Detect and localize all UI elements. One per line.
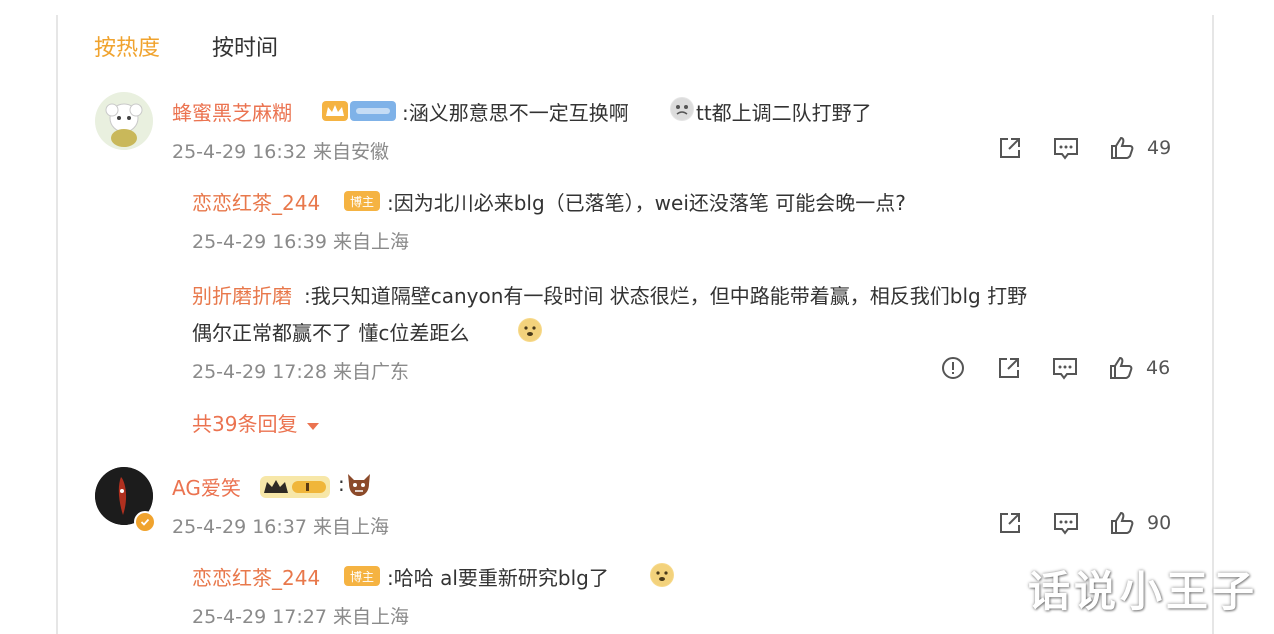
comment-icon: [1054, 513, 1078, 535]
tab-by-hot[interactable]: 按热度: [94, 30, 160, 62]
comment-text: :: [338, 472, 345, 496]
comment-button[interactable]: [1051, 133, 1081, 163]
crown-level-badge: [260, 476, 330, 498]
share-button[interactable]: [995, 508, 1025, 538]
crown-icon: [326, 105, 344, 116]
left-border: [56, 15, 58, 634]
more-replies-link[interactable]: 共39条回复: [192, 408, 320, 437]
devil-emoji-icon: [345, 472, 373, 498]
like-count: 49: [1147, 137, 1172, 159]
reply-author[interactable]: 别折磨折磨: [192, 280, 292, 309]
share-icon: [1000, 138, 1020, 158]
share-icon: [1000, 513, 1020, 533]
blogger-badge: 博主: [344, 191, 380, 211]
reply-actions: 46: [938, 353, 1170, 383]
crying-face-emoji-icon: [670, 97, 694, 121]
more-replies-label: 共39条回复: [192, 412, 298, 436]
reply-meta: 25-4-29 17:28 来自广东: [192, 361, 409, 383]
share-button[interactable]: [995, 133, 1025, 163]
reply-text: :我只知道隔壁canyon有一段时间 状态很烂，但中路能带着赢，相反我们blg …: [304, 284, 1028, 308]
verified-badge: [134, 511, 156, 533]
like-icon: [1111, 511, 1134, 534]
share-button[interactable]: [994, 353, 1024, 383]
comment-button[interactable]: [1050, 353, 1080, 383]
comment-meta: 25-4-29 16:37 来自上海: [172, 516, 389, 538]
comment-actions: 90: [995, 508, 1171, 538]
comment-button[interactable]: [1051, 508, 1081, 538]
report-button[interactable]: [938, 353, 968, 383]
like-icon: [1111, 136, 1134, 159]
like-count: 90: [1147, 512, 1172, 534]
like-count: 46: [1146, 357, 1171, 379]
like-button[interactable]: [1107, 508, 1137, 538]
reply-author[interactable]: 恋恋红茶_244: [192, 562, 320, 591]
reply-text-line2: 偶尔正常都赢不了 懂c位差距么: [192, 321, 470, 345]
share-icon: [999, 358, 1019, 378]
comment-icon: [1053, 358, 1077, 380]
doge-emoji-icon: [650, 563, 674, 587]
like-button[interactable]: [1107, 133, 1137, 163]
report-icon: [942, 357, 964, 379]
comment-actions: 49: [995, 133, 1171, 163]
reply-author[interactable]: 恋恋红茶_244: [192, 187, 320, 216]
watermark: 话说小王子: [1028, 567, 1259, 616]
comment-meta: 25-4-29 16:32 来自安徽: [172, 141, 389, 163]
crown-badge-icon: [264, 480, 326, 493]
verified-icon: [140, 518, 150, 526]
doge-emoji-icon: [518, 318, 542, 342]
member-label-icon: [356, 108, 390, 114]
like-button[interactable]: [1106, 353, 1136, 383]
reply-meta: 25-4-29 17:27 来自上海: [192, 606, 409, 628]
reply-meta: 25-4-29 16:39 来自上海: [192, 231, 409, 253]
cartoon-sheep-avatar-icon: [95, 92, 153, 150]
blogger-badge: 博主: [344, 566, 380, 586]
member-badge: [350, 101, 396, 121]
tab-by-time[interactable]: 按时间: [212, 30, 278, 62]
comment-text-continued: tt都上调二队打野了: [696, 101, 872, 125]
like-icon: [1110, 356, 1133, 379]
right-border: [1212, 15, 1214, 634]
comment-author[interactable]: AG爱笑: [172, 472, 241, 501]
comment-text: :涵义那意思不一定互换啊: [402, 101, 629, 125]
sort-tabs: 按热度 按时间: [94, 30, 278, 62]
comment-icon: [1054, 138, 1078, 160]
reply-text: :因为北川必来blg（已落笔），wei还没落笔 可能会晚一点?: [387, 191, 906, 215]
caret-down-icon: [306, 423, 319, 430]
reply-text: :哈哈 al要重新研究blg了: [387, 566, 609, 590]
comment-author[interactable]: 蜂蜜黑芝麻糊: [172, 97, 292, 126]
fan-level-badge: [322, 101, 348, 121]
avatar[interactable]: [95, 92, 153, 150]
